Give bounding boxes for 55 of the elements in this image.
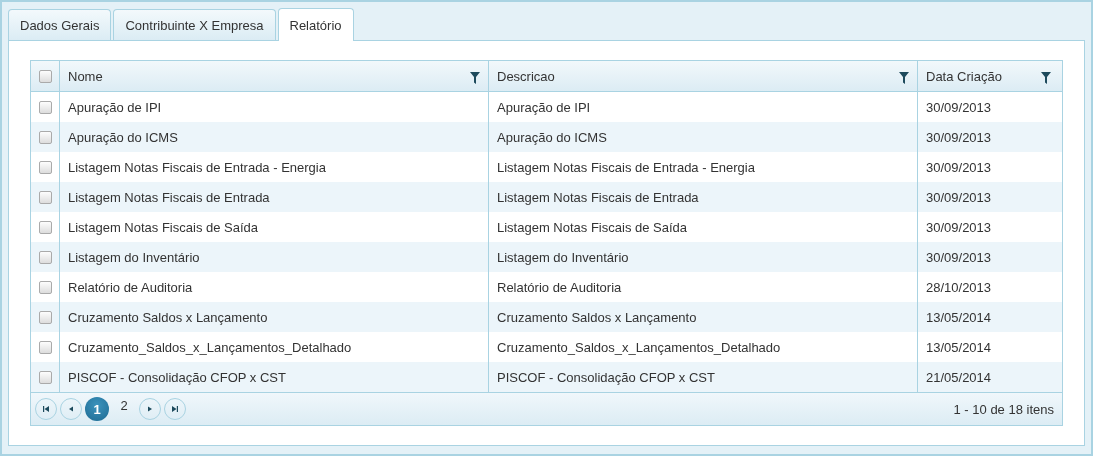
filter-icon[interactable] bbox=[470, 71, 480, 84]
table-cell: 13/05/2014 bbox=[926, 339, 992, 355]
table-cell: PISCOF - Consolidação CFOP x CST bbox=[497, 369, 715, 385]
table-cell: Cruzamento_Saldos_x_Lançamentos_Detalhado bbox=[68, 339, 352, 355]
table-cell: Listagem Notas Fiscais de Saída bbox=[497, 219, 688, 235]
table-cell: 30/09/2013 bbox=[926, 99, 992, 115]
row-checkbox[interactable] bbox=[38, 250, 52, 264]
page-number[interactable]: 2 bbox=[112, 393, 136, 417]
filter-icon[interactable] bbox=[899, 71, 909, 84]
page-number[interactable]: 1 bbox=[85, 397, 109, 421]
tab[interactable]: Relatório bbox=[277, 8, 354, 41]
tab[interactable]: Contribuinte X Empresa bbox=[113, 9, 276, 40]
table-cell: 30/09/2013 bbox=[926, 249, 992, 265]
table-cell: 30/09/2013 bbox=[926, 129, 992, 145]
row-checkbox[interactable] bbox=[38, 280, 52, 294]
table-cell: Cruzamento Saldos x Lançamento bbox=[497, 309, 697, 325]
pager-info: 1 - 10 de 18 itens bbox=[953, 401, 1054, 417]
column-header[interactable]: Data Criação bbox=[926, 68, 1002, 84]
table-cell: Relatório de Auditoria bbox=[68, 279, 193, 295]
row-checkbox[interactable] bbox=[38, 190, 52, 204]
table-cell: 30/09/2013 bbox=[926, 189, 992, 205]
table-cell: Relatório de Auditoria bbox=[497, 279, 622, 295]
column-header[interactable]: Descricao bbox=[497, 68, 555, 84]
table-cell: Listagem Notas Fiscais de Entrada bbox=[68, 189, 270, 205]
row-checkbox[interactable] bbox=[38, 100, 52, 114]
table-cell: Listagem Notas Fiscais de Saída bbox=[68, 219, 259, 235]
select-all-checkbox[interactable] bbox=[38, 69, 52, 83]
row-checkbox[interactable] bbox=[38, 160, 52, 174]
table-cell: 21/05/2014 bbox=[926, 369, 992, 385]
table-cell: 13/05/2014 bbox=[926, 309, 992, 325]
filter-icon[interactable] bbox=[1041, 71, 1051, 84]
first-page-icon bbox=[41, 404, 51, 414]
table-cell: PISCOF - Consolidação CFOP x CST bbox=[68, 369, 286, 385]
table-cell: 30/09/2013 bbox=[926, 159, 992, 175]
table-cell: Listagem do Inventário bbox=[497, 249, 629, 265]
table-cell: Apuração do ICMS bbox=[68, 129, 178, 145]
table-cell: Listagem do Inventário bbox=[68, 249, 200, 265]
table-cell: Listagem Notas Fiscais de Entrada - Energia bbox=[497, 159, 755, 175]
last-page-icon bbox=[170, 404, 180, 414]
row-checkbox[interactable] bbox=[38, 220, 52, 234]
row-checkbox[interactable] bbox=[38, 310, 52, 324]
table-cell: Apuração de IPI bbox=[68, 99, 162, 115]
row-checkbox[interactable] bbox=[38, 370, 52, 384]
row-checkbox[interactable] bbox=[38, 130, 52, 144]
tab[interactable]: Dados Gerais bbox=[8, 9, 112, 40]
column-header[interactable]: Nome bbox=[68, 68, 103, 84]
table-cell: Apuração do ICMS bbox=[497, 129, 607, 145]
table-cell: Apuração de IPI bbox=[497, 99, 591, 115]
table-cell: 30/09/2013 bbox=[926, 219, 992, 235]
table-cell: 28/10/2013 bbox=[926, 279, 992, 295]
row-checkbox[interactable] bbox=[38, 340, 52, 354]
table-cell: Listagem Notas Fiscais de Entrada bbox=[497, 189, 699, 205]
table-cell: Cruzamento_Saldos_x_Lançamentos_Detalhado bbox=[497, 339, 781, 355]
table-cell: Cruzamento Saldos x Lançamento bbox=[68, 309, 268, 325]
table-cell: Listagem Notas Fiscais de Entrada - Energia bbox=[68, 159, 326, 175]
